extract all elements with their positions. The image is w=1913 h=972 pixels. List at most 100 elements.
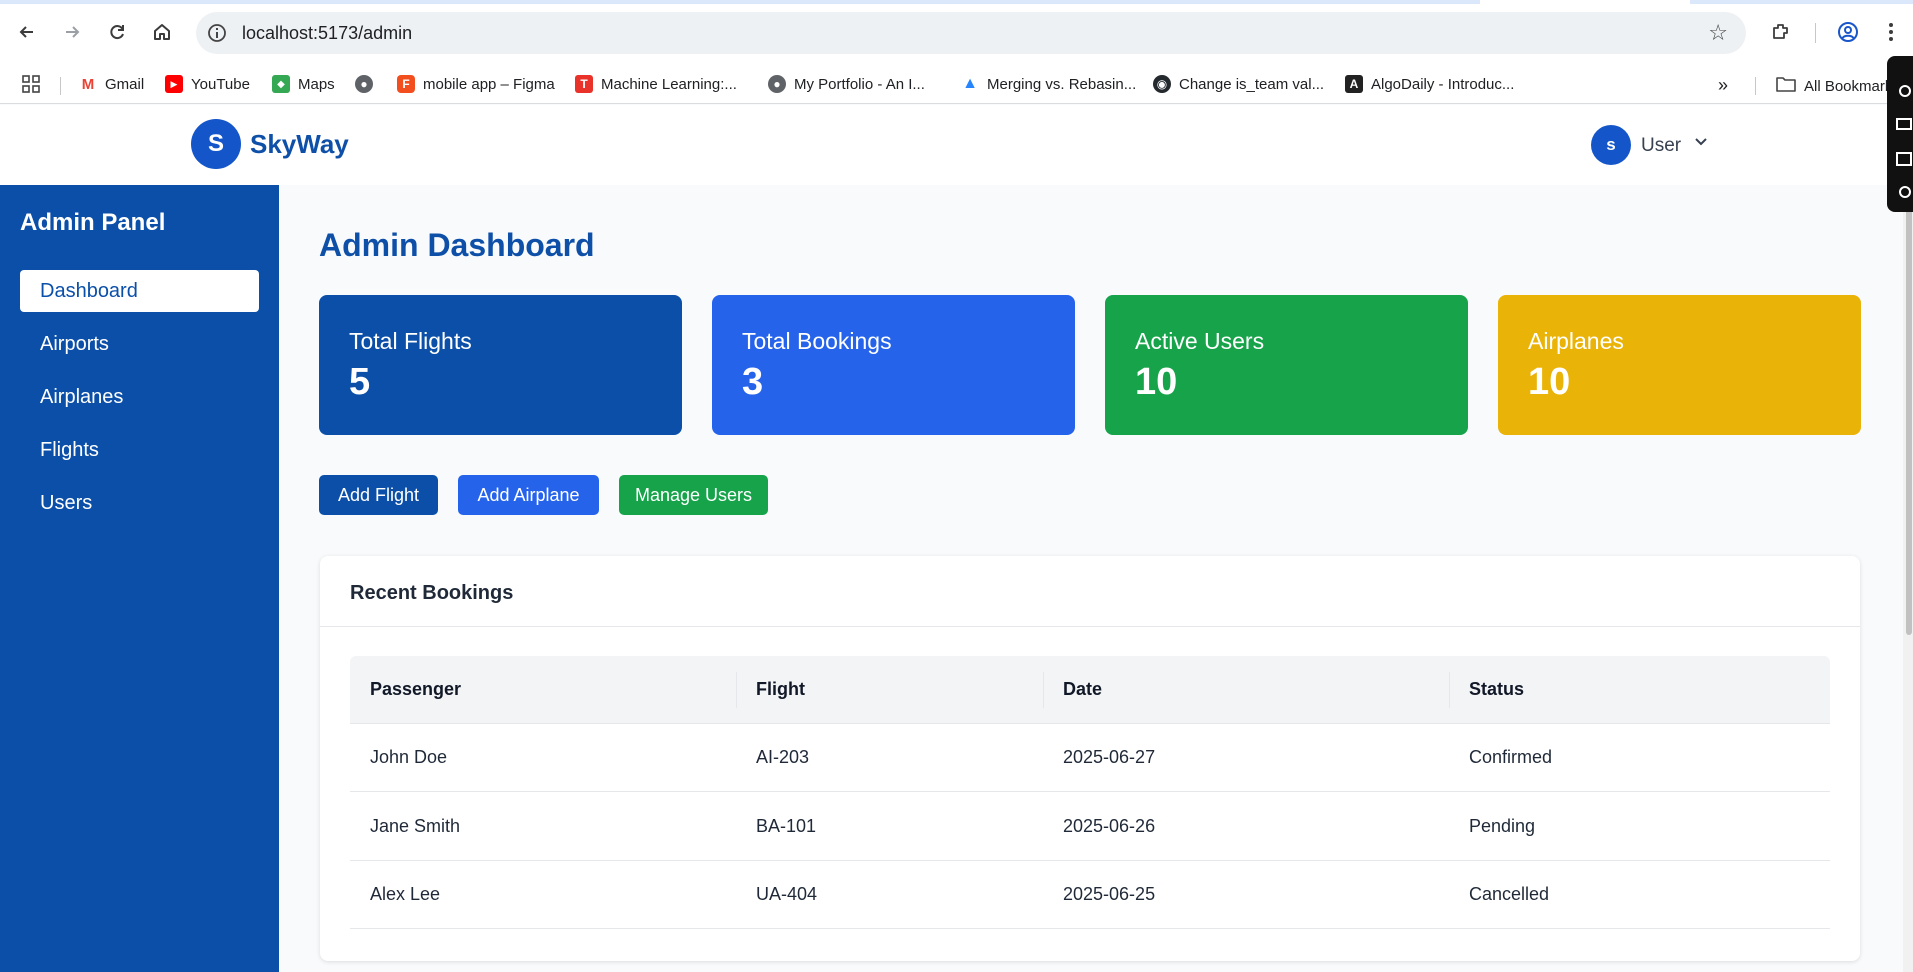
brand-name[interactable]: SkyWay	[250, 129, 349, 160]
bookmark-machine-learning[interactable]: T Machine Learning:...	[575, 75, 737, 93]
cell-date: 2025-06-27	[1063, 747, 1156, 767]
bookmark-merging[interactable]: ▲ Merging vs. Rebasin...	[961, 75, 1136, 93]
cell-date: 2025-06-25	[1063, 884, 1156, 904]
column-header-flight[interactable]: Flight	[756, 679, 805, 700]
maps-icon: ◆	[272, 75, 290, 93]
bookmark-youtube[interactable]: ▶ YouTube	[165, 75, 250, 93]
panel-divider	[320, 626, 1860, 627]
cell-date: 2025-06-26	[1063, 816, 1156, 836]
bookmark-globe[interactable]: ●	[355, 75, 373, 93]
bookmark-label: YouTube	[191, 75, 250, 93]
cell-passenger: Jane Smith	[370, 816, 461, 836]
sidebar-item-users[interactable]: Users	[20, 482, 259, 524]
stat-label: Airplanes	[1528, 328, 1624, 354]
globe-icon: ●	[768, 75, 786, 93]
back-icon[interactable]	[12, 17, 42, 47]
algodaily-icon: A	[1345, 75, 1363, 93]
bookmarks-divider	[1755, 77, 1756, 95]
bookmark-label: Change is_team val...	[1179, 75, 1325, 93]
tab-strip	[0, 0, 1913, 4]
bookmark-algodaily[interactable]: A AlgoDaily - Introduc...	[1345, 75, 1514, 93]
floating-toolbar[interactable]	[1887, 56, 1913, 212]
column-header-passenger[interactable]: Passenger	[370, 679, 461, 700]
table-header: Passenger Flight Date Status	[350, 656, 1830, 724]
figma-icon: F	[397, 75, 415, 93]
cell-status: Pending	[1469, 816, 1536, 836]
bookmarks-bar: M Gmail ▶ YouTube ◆ Maps ● F mobile app …	[0, 66, 1913, 104]
bookmark-portfolio[interactable]: ● My Portfolio - An I...	[768, 75, 925, 93]
stat-value: 10	[1528, 361, 1571, 403]
gmail-icon: M	[79, 75, 97, 93]
youtube-icon: ▶	[165, 75, 183, 93]
bookmark-star-icon[interactable]: ☆	[1708, 20, 1728, 46]
add-airplane-button[interactable]: Add Airplane	[458, 475, 599, 515]
sidebar-item-dashboard[interactable]: Dashboard	[20, 270, 259, 312]
bookmark-label: Merging vs. Rebasin...	[987, 75, 1137, 93]
bookmark-label: mobile app – Figma	[423, 75, 555, 93]
folder-icon	[1776, 75, 1796, 97]
app-header: S SkyWay s User	[0, 105, 1913, 185]
globe-icon: ●	[355, 75, 373, 93]
bookmark-github[interactable]: ◉ Change is_team val...	[1153, 75, 1324, 93]
bookmark-label: Gmail	[105, 75, 145, 93]
column-header-date[interactable]: Date	[1063, 679, 1102, 700]
avatar[interactable]: s	[1591, 125, 1631, 165]
address-bar[interactable]: localhost:5173/admin ☆	[196, 12, 1746, 54]
bookmark-maps[interactable]: ◆ Maps	[272, 75, 335, 93]
table-row[interactable]: John Doe AI-203 2025-06-27 Confirmed	[350, 724, 1830, 792]
profile-icon[interactable]	[1833, 17, 1863, 47]
bookmark-figma[interactable]: F mobile app – Figma	[397, 75, 555, 93]
sidebar-item-flights[interactable]: Flights	[20, 429, 259, 471]
column-header-status[interactable]: Status	[1469, 679, 1524, 700]
extensions-icon[interactable]	[1766, 17, 1796, 47]
cell-status: Confirmed	[1469, 747, 1553, 767]
site-info-icon[interactable]	[206, 22, 228, 44]
bookmark-label: Machine Learning:...	[601, 75, 737, 93]
atlassian-icon: ▲	[961, 75, 979, 93]
column-divider	[736, 672, 737, 708]
home-icon[interactable]	[147, 17, 177, 47]
browser-menu-icon[interactable]	[1876, 17, 1906, 47]
column-divider	[1043, 672, 1044, 708]
active-tab-edge	[1480, 0, 1690, 4]
bookmark-label: AlgoDaily - Introduc...	[1371, 75, 1515, 93]
scrollbar-thumb[interactable]	[1906, 200, 1912, 635]
bookmark-label: My Portfolio - An I...	[794, 75, 925, 93]
apps-icon[interactable]	[22, 75, 40, 93]
cell-flight: BA-101	[756, 816, 817, 836]
column-divider	[1449, 672, 1450, 708]
table-row[interactable]: Jane Smith BA-101 2025-06-26 Pending	[350, 793, 1830, 861]
stat-value: 5	[349, 361, 371, 403]
sidebar: Admin Panel Dashboard Airports Airplanes…	[0, 185, 279, 972]
bookmarks-overflow-icon[interactable]: »	[1718, 75, 1728, 96]
stat-label: Active Users	[1135, 328, 1265, 354]
chevron-down-icon[interactable]	[1694, 135, 1710, 151]
sidebar-item-airports[interactable]: Airports	[20, 323, 259, 365]
stat-label: Total Flights	[349, 328, 472, 354]
toolbar-divider	[1815, 23, 1816, 43]
reload-icon[interactable]	[102, 17, 132, 47]
tensorflow-icon: T	[575, 75, 593, 93]
cell-flight: AI-203	[756, 747, 810, 767]
manage-users-button[interactable]: Manage Users	[619, 475, 768, 515]
stat-card-total-flights: Total Flights 5	[319, 295, 682, 435]
cell-passenger: Alex Lee	[370, 884, 441, 904]
bookmarks-divider	[60, 77, 61, 95]
user-menu-label[interactable]: User	[1641, 135, 1681, 157]
table-row[interactable]: Alex Lee UA-404 2025-06-25 Cancelled	[350, 861, 1830, 929]
cell-status: Cancelled	[1469, 884, 1550, 904]
github-icon: ◉	[1153, 75, 1171, 93]
forward-icon[interactable]	[57, 17, 87, 47]
stat-label: Total Bookings	[742, 328, 892, 354]
browser-toolbar: localhost:5173/admin ☆	[0, 0, 1913, 66]
stat-card-total-bookings: Total Bookings 3	[712, 295, 1075, 435]
all-bookmarks[interactable]: All Bookmarks	[1776, 75, 1900, 97]
url-text[interactable]: localhost:5173/admin	[242, 23, 412, 44]
sidebar-item-airplanes[interactable]: Airplanes	[20, 376, 259, 418]
bookmark-gmail[interactable]: M Gmail	[79, 75, 144, 93]
panel-title: Recent Bookings	[350, 582, 514, 604]
page-title: Admin Dashboard	[319, 227, 595, 263]
all-bookmarks-label: All Bookmarks	[1804, 77, 1900, 95]
add-flight-button[interactable]: Add Flight	[319, 475, 438, 515]
logo-badge[interactable]: S	[191, 119, 241, 169]
